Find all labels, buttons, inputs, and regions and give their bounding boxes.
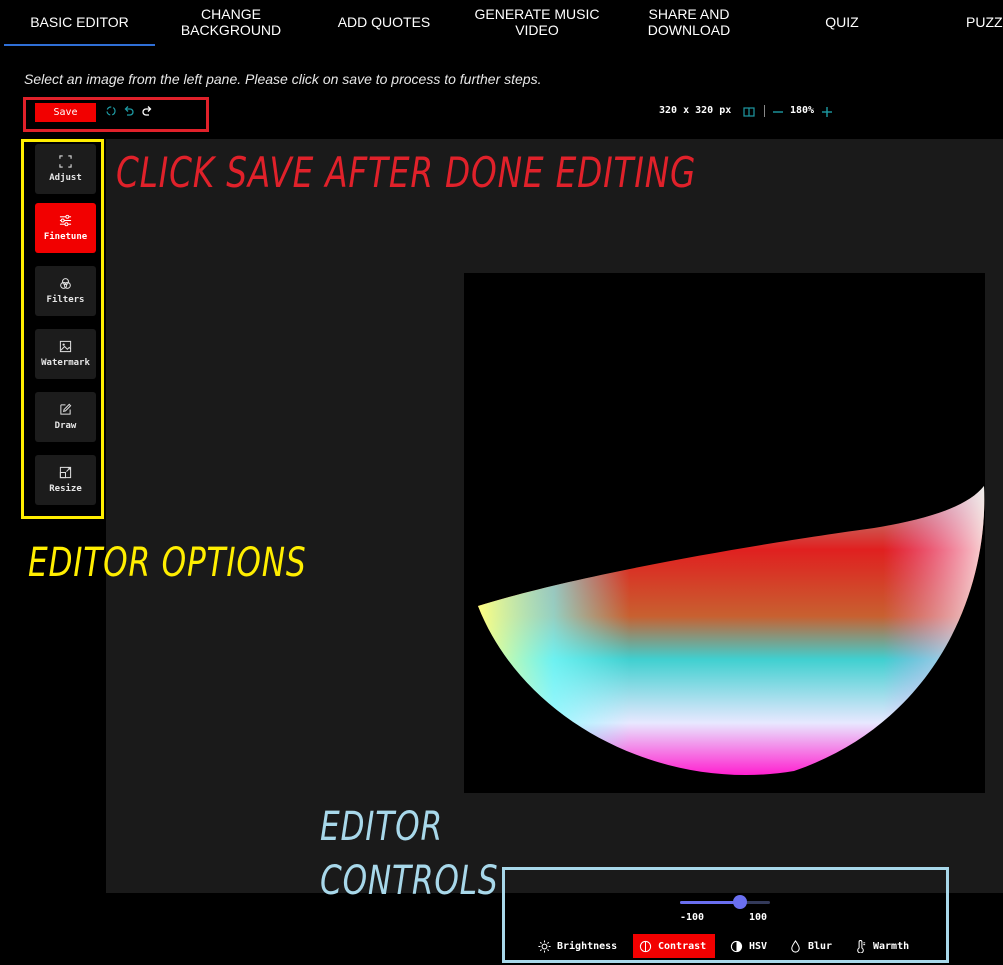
tab-add-quotes[interactable]: ADD QUOTES [328, 0, 440, 44]
half-circle-icon [730, 940, 743, 952]
drop-icon [791, 939, 800, 953]
options-annotation: EDITOR OPTIONS [28, 540, 307, 586]
slider-min-label: -100 [680, 912, 705, 923]
control-label: Warmth [873, 940, 910, 952]
save-highlight-box [23, 97, 209, 132]
instruction-text: Select an image from the left pane. Plea… [24, 71, 542, 87]
control-label: Blur [808, 940, 833, 952]
sun-icon [538, 939, 551, 953]
control-hsv[interactable]: HSV [724, 934, 773, 958]
thermometer-icon [857, 939, 866, 953]
contrast-icon [639, 940, 652, 952]
tab-puzzle[interactable]: PUZZ [966, 0, 1003, 44]
toolbar-divider [764, 105, 765, 117]
tab-share-and-download[interactable]: SHARE AND DOWNLOAD [630, 0, 748, 44]
image-size-readout: 320 x 320 px [659, 105, 732, 116]
moon-image [478, 486, 985, 776]
contrast-slider[interactable] [680, 895, 770, 909]
controls-annotation-line2: CONTROLS [320, 858, 499, 904]
tab-generate-music-video[interactable]: GENERATE MUSIC VIDEO [466, 0, 608, 44]
slider-fill [680, 901, 741, 904]
zoom-in-icon[interactable] [820, 105, 834, 119]
control-label: Brightness [557, 940, 618, 952]
zoom-level: 180% [790, 105, 815, 116]
top-navigation: BASIC EDITOR CHANGE BACKGROUND ADD QUOTE… [0, 0, 1003, 46]
tab-change-background[interactable]: CHANGE BACKGROUND [170, 0, 292, 44]
save-annotation: CLICK SAVE AFTER DONE EDITING [116, 148, 697, 197]
control-warmth[interactable]: Warmth [848, 934, 915, 958]
controls-annotation-line1: EDITOR [320, 804, 443, 850]
control-label: Contrast [658, 940, 707, 952]
compare-icon[interactable] [742, 105, 756, 119]
options-highlight-box [21, 139, 104, 519]
control-label: HSV [749, 940, 768, 952]
tab-basic-editor[interactable]: BASIC EDITOR [4, 0, 155, 46]
slider-max-label: 100 [749, 912, 768, 923]
control-brightness[interactable]: Brightness [532, 934, 623, 958]
control-blur[interactable]: Blur [783, 934, 838, 958]
zoom-out-icon[interactable] [771, 105, 785, 119]
control-contrast[interactable]: Contrast [633, 934, 715, 958]
tab-quiz[interactable]: QUIZ [800, 0, 884, 44]
edited-image[interactable] [464, 273, 985, 793]
